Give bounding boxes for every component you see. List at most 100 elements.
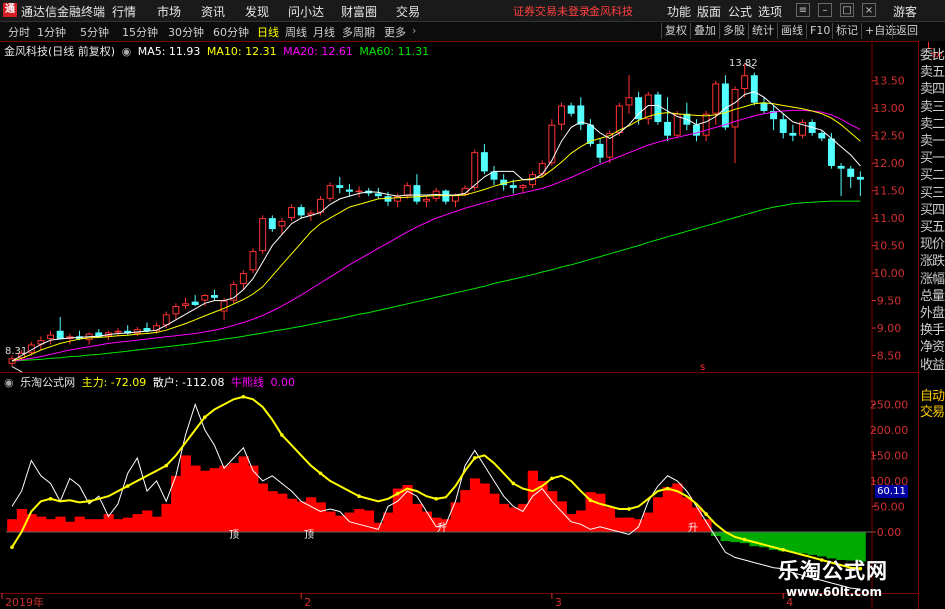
candle-body [249,251,257,271]
zhuli-dot [742,537,747,542]
zhuli-bar [518,503,529,532]
candle-body [278,220,286,227]
candle-body [818,132,826,139]
candle-body [654,94,662,122]
stock-chart[interactable]: 13.50 13.00 12.50 12.00 11.50 11.00 10.50 10.00… [0,0,945,609]
candle-body [837,165,845,169]
sub-y-label: 200.00 [870,424,909,437]
zhuli-dot [588,498,593,503]
zhuli-bar [228,463,240,532]
low-marker-line [11,366,23,373]
candle-body [664,121,672,136]
zhuli-bar [286,498,297,532]
zhuli-bar [412,503,423,532]
zhuli-dot [203,415,207,419]
candle-body [519,185,527,188]
zhuli-bar [16,508,28,532]
zhuli-bar [74,516,85,532]
side-item: 买一 [920,151,945,167]
ding-marker-1: 顶 [229,530,239,541]
zhuli-dot [511,481,516,486]
candle-body [201,295,209,301]
candle-body [702,113,710,136]
zhuli-dot [781,547,786,552]
s-marker: s [700,362,706,373]
candle-body [326,185,334,199]
zhuli-dot [665,486,670,491]
zhuli-dot [125,484,130,488]
side-item: 买五 [920,220,945,235]
zhuli-bar [556,501,567,532]
ma10-line [11,102,861,362]
zhuli-line [11,395,861,570]
candle-body [625,97,633,106]
main-y-label: 13.50 [873,75,905,88]
side-item: 涨跌 [920,254,945,270]
zhuli-bar [161,503,172,532]
zhuli-bar [807,531,818,555]
sub-y-label: 50.00 [873,500,905,513]
zhuli-bar [354,508,365,532]
candle-body [615,105,623,133]
candle-body [268,218,276,230]
main-y-label: 10.00 [873,267,905,280]
zhuli-dot [395,491,400,496]
zhuli-bar [45,519,56,532]
zhuli-bar [199,470,211,532]
x-label: 2 [304,596,311,609]
sub-y-label: 0.00 [877,526,902,539]
zhuli-bar [662,487,673,532]
zhuli-bar [315,502,326,532]
ma5-line [11,91,861,362]
zhuli-dot [627,507,631,511]
side-item: 卖一 [920,134,945,149]
zhuli-dot [164,463,169,468]
candle-body [114,330,122,333]
candle-body [297,207,305,216]
zhuli-bar [460,490,471,532]
watermark-text: 乐淘公式网 [778,559,888,583]
main-y-label: 11.50 [873,185,905,198]
sub-y-label: 250.00 [870,398,909,411]
side-item: 卖三 [920,99,945,115]
zhuli-dot [48,496,53,501]
side-item: 卖五 [920,65,945,81]
candle-body [567,105,575,114]
main-y-label: 11.00 [873,212,905,225]
zhuli-bar [508,507,519,532]
candle-body [442,190,450,202]
zhuli-bar [209,468,220,532]
candle-body [471,152,479,188]
candle-body [721,83,729,128]
zhuli-dot [280,433,284,437]
side-item: 外盘 [920,306,945,321]
zhuli-bar [479,483,490,532]
candle-body [693,124,700,136]
watermark: 乐淘公式网 www.60lt.com [778,555,918,605]
zhuli-bar [402,485,413,532]
candle-body [47,334,55,340]
ma20-line [11,109,861,362]
side-trade[interactable]: 交易 [920,401,945,420]
candle-body [336,185,344,188]
zhuli-bar [653,497,664,532]
candle-body [779,119,787,133]
zhuli-bar [595,493,606,532]
candle-body [741,75,749,89]
candle-body [288,207,296,219]
side-item: 涨幅 [920,271,945,287]
candle-body [856,176,864,180]
zhuli-bar [267,491,278,532]
candle-body [509,185,517,188]
zhuli-bar [816,531,828,557]
sanhu-line [11,402,861,590]
zhuli-dot [434,496,438,501]
x-label: 2019年 [5,595,44,609]
candle-body [239,273,247,285]
side-item: 收益 [920,357,945,373]
candle-body [162,314,170,326]
zhuli-bar [84,519,95,532]
ma60-line [11,200,861,362]
zhuli-bar [624,517,635,532]
candle-body [789,132,797,136]
